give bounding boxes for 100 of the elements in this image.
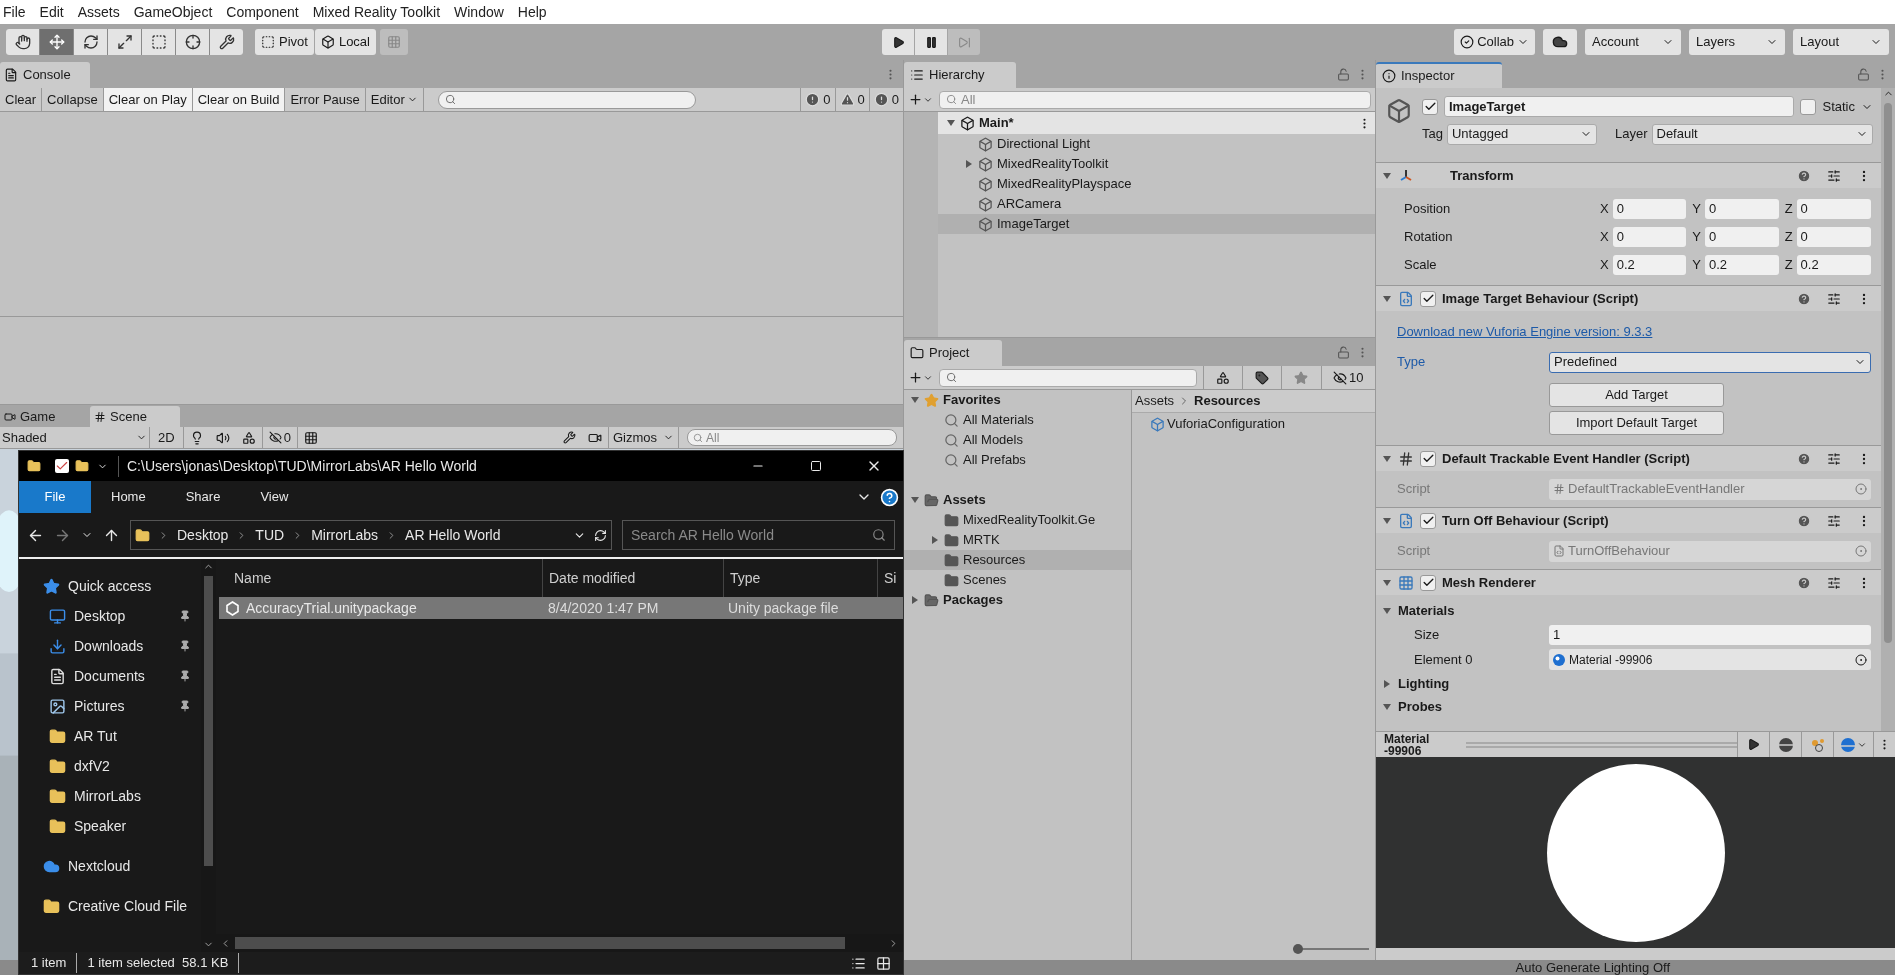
project-tree-item[interactable]: Assets bbox=[904, 490, 1131, 510]
project-tree-item[interactable]: MRTK bbox=[904, 530, 1131, 550]
component-header[interactable]: Image Target Behaviour (Script) bbox=[1376, 285, 1881, 311]
project-tree-item[interactable]: Favorites bbox=[904, 390, 1131, 410]
menu-item[interactable]: Help bbox=[510, 1, 554, 23]
collapse-arrow-icon[interactable] bbox=[946, 118, 956, 128]
tiles-view-icon[interactable] bbox=[876, 955, 891, 971]
project-tree-item[interactable]: MixedRealityToolkit.Ge bbox=[904, 510, 1131, 530]
pin-icon[interactable] bbox=[179, 670, 191, 682]
collapse-arrow-icon[interactable] bbox=[1382, 170, 1392, 181]
number-field[interactable]: 0.2 bbox=[1705, 254, 1779, 275]
nav-item[interactable]: Quick access bbox=[19, 571, 201, 601]
action-button[interactable]: Import Default Target bbox=[1549, 411, 1724, 435]
editor-dropdown[interactable]: Editor bbox=[365, 88, 424, 111]
hierarchy-item[interactable]: MixedRealityPlayspace bbox=[938, 174, 1375, 194]
number-field[interactable]: 0 bbox=[1796, 198, 1871, 219]
play-button[interactable] bbox=[882, 29, 915, 55]
project-tree-item[interactable]: Packages bbox=[904, 590, 1131, 610]
hierarchy-item[interactable]: MixedRealityToolkit bbox=[938, 154, 1375, 174]
breadcrumb-link[interactable]: TUD bbox=[255, 524, 285, 546]
number-field[interactable]: 0.2 bbox=[1796, 254, 1871, 275]
nav-item[interactable]: Nextcloud bbox=[19, 851, 201, 881]
project-tree-item[interactable]: Scenes bbox=[904, 570, 1131, 590]
nav-item[interactable]: AR Tut bbox=[19, 721, 201, 751]
search-field[interactable] bbox=[939, 368, 1197, 387]
refresh-icon[interactable] bbox=[594, 528, 607, 542]
ribbon-tab[interactable]: File bbox=[19, 481, 91, 513]
collab-button[interactable]: Collab bbox=[1454, 29, 1535, 55]
sphere-icon[interactable] bbox=[1778, 737, 1793, 752]
ribbon-tab[interactable]: View bbox=[240, 481, 309, 513]
type-dropdown[interactable]: Predefined bbox=[1549, 351, 1871, 373]
action-button[interactable]: Add Target bbox=[1549, 383, 1724, 407]
play-icon[interactable] bbox=[1747, 738, 1760, 751]
number-field[interactable]: 0.2 bbox=[1612, 254, 1687, 275]
tool-button[interactable] bbox=[210, 29, 243, 55]
nav-item[interactable]: Pictures bbox=[19, 691, 201, 721]
project-tree-item[interactable]: All Materials bbox=[904, 410, 1131, 430]
menu-item[interactable]: Component bbox=[219, 1, 306, 23]
tool-button[interactable] bbox=[6, 29, 39, 55]
nav-item[interactable]: Downloads bbox=[19, 631, 201, 661]
breadcrumb-link[interactable]: MirrorLabs bbox=[311, 524, 379, 546]
panel-tab[interactable]: Inspector bbox=[1376, 62, 1502, 88]
breadcrumb-link[interactable]: AR Hello World bbox=[405, 524, 501, 546]
gizmos-dropdown[interactable]: Gizmos bbox=[607, 427, 679, 448]
picker-icon[interactable] bbox=[1855, 653, 1867, 666]
number-field[interactable]: 0 bbox=[1612, 226, 1687, 247]
pin-icon[interactable] bbox=[179, 700, 191, 712]
component-header[interactable]: Transform bbox=[1376, 162, 1881, 188]
static-checkbox[interactable] bbox=[1800, 98, 1817, 115]
cloud-button[interactable] bbox=[1543, 29, 1577, 55]
expand-arrow-icon[interactable] bbox=[910, 595, 920, 605]
presets-icon[interactable] bbox=[1827, 291, 1841, 306]
new-folder-icon[interactable] bbox=[75, 459, 89, 473]
tag-dropdown[interactable]: Untagged bbox=[1446, 123, 1597, 145]
search-field[interactable] bbox=[437, 90, 696, 109]
enable-checkbox[interactable] bbox=[1420, 450, 1436, 467]
hierarchy-item[interactable]: Directional Light bbox=[938, 134, 1375, 154]
console-toggle[interactable]: Clear on Play bbox=[103, 88, 193, 111]
collapse-arrow-icon[interactable] bbox=[1382, 515, 1392, 526]
component-header[interactable]: Default Trackable Event Handler (Script) bbox=[1376, 445, 1881, 471]
number-field[interactable]: 0 bbox=[1705, 198, 1779, 219]
nav-item[interactable]: MirrorLabs bbox=[19, 781, 201, 811]
collapse-arrow-icon[interactable] bbox=[1382, 605, 1392, 616]
menu-item[interactable]: Edit bbox=[32, 1, 71, 23]
log-count[interactable]: 0 bbox=[834, 88, 869, 111]
presets-icon[interactable] bbox=[1827, 575, 1841, 590]
properties-icon[interactable] bbox=[55, 459, 69, 473]
collapse-arrow-icon[interactable] bbox=[1382, 577, 1392, 588]
tool-button[interactable] bbox=[40, 29, 73, 55]
local-button[interactable]: Local bbox=[314, 29, 376, 55]
layer-dropdown[interactable]: Default bbox=[1651, 123, 1873, 145]
menu-item[interactable]: Assets bbox=[70, 1, 127, 23]
ribbon-tab[interactable]: Home bbox=[91, 481, 166, 513]
hidden-objects-toggle[interactable]: 0 bbox=[261, 427, 298, 448]
project-tree-item[interactable]: All Models bbox=[904, 430, 1131, 450]
pivot-button[interactable]: Pivot bbox=[255, 29, 314, 55]
menu-item[interactable]: File bbox=[0, 1, 33, 23]
console-toggle[interactable]: Clear on Build bbox=[192, 88, 286, 111]
presets-icon[interactable] bbox=[1827, 513, 1841, 528]
create-button[interactable] bbox=[908, 92, 933, 107]
active-checkbox[interactable] bbox=[1422, 98, 1438, 115]
lights-icon[interactable] bbox=[1810, 737, 1825, 752]
component-header[interactable]: Mesh Renderer bbox=[1376, 569, 1881, 595]
log-count[interactable]: 0 bbox=[800, 88, 835, 111]
dropdown-button[interactable]: Layout bbox=[1793, 29, 1889, 55]
collapse-arrow-icon[interactable] bbox=[910, 395, 920, 405]
enable-checkbox[interactable] bbox=[1420, 290, 1436, 307]
hidden-packages-toggle[interactable]: 10 bbox=[1320, 366, 1375, 389]
breadcrumb-link[interactable]: Desktop bbox=[177, 524, 229, 546]
hierarchy-item[interactable]: ARCamera bbox=[938, 194, 1375, 214]
create-button[interactable] bbox=[908, 370, 933, 385]
enable-checkbox[interactable] bbox=[1420, 512, 1436, 529]
dropdown-button[interactable]: Layers bbox=[1689, 29, 1785, 55]
tool-button[interactable] bbox=[74, 29, 107, 55]
resize-handle-icon[interactable] bbox=[1466, 740, 1737, 749]
menu-item[interactable]: GameObject bbox=[126, 1, 220, 23]
nav-item[interactable]: dxfV2 bbox=[19, 751, 201, 781]
asset-item[interactable]: VuforiaConfiguration bbox=[1132, 413, 1375, 435]
address-bar[interactable]: Desktop TUD MirrorLabs AR Hello World bbox=[130, 520, 612, 550]
nav-item[interactable]: Documents bbox=[19, 661, 201, 691]
